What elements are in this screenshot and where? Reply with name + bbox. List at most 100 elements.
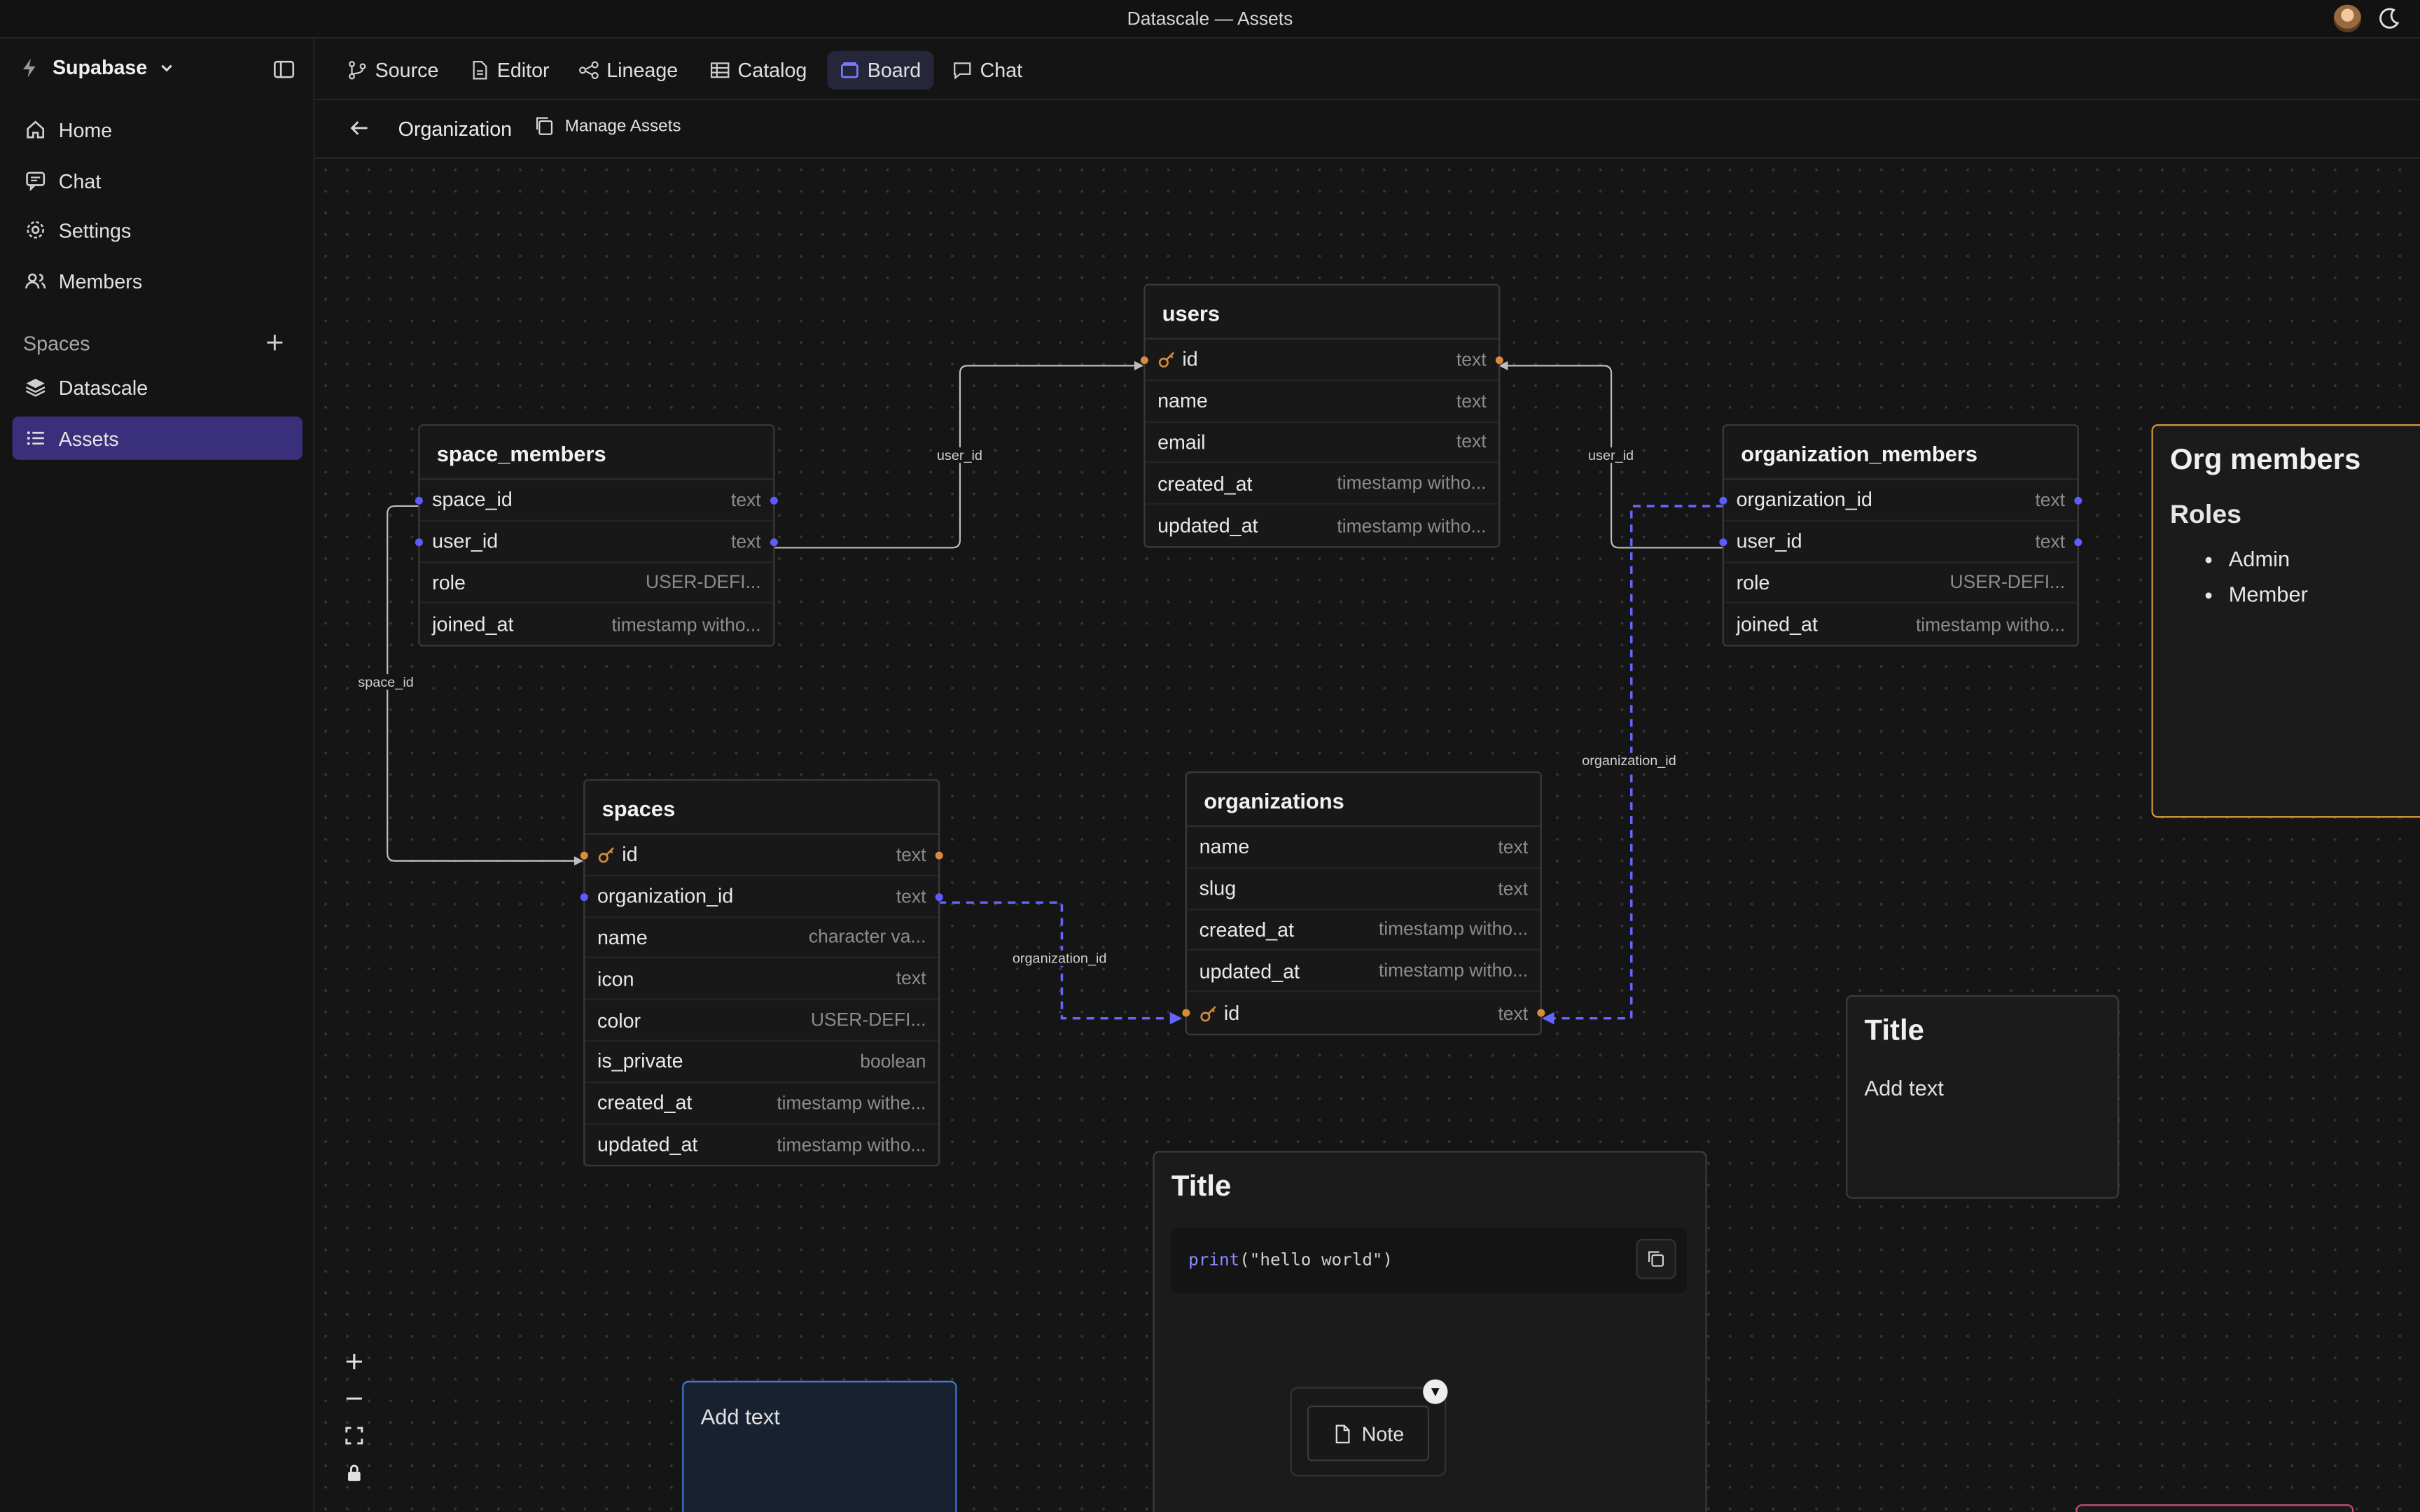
column-type: text: [1498, 836, 1529, 858]
connection-port[interactable]: [415, 496, 423, 505]
zoom-out-button[interactable]: [333, 1381, 373, 1415]
zoom-in-button[interactable]: [333, 1344, 373, 1378]
table-row[interactable]: updated_at timestamp witho...: [585, 1124, 938, 1166]
table-row[interactable]: organization_id text: [580, 876, 943, 918]
table-row[interactable]: name text: [1145, 381, 1499, 423]
sidebar-item-home[interactable]: Home: [13, 108, 302, 151]
table-row[interactable]: user_id text: [1719, 522, 2082, 563]
arrow-left-icon[interactable]: [349, 118, 370, 139]
connection-port[interactable]: [580, 892, 588, 901]
table-row[interactable]: email text: [1145, 422, 1499, 464]
title-note[interactable]: Title Add text: [1846, 995, 2120, 1199]
code-note[interactable]: Title print("hello world") Note ▼: [1153, 1151, 1707, 1512]
sidebar-item-assets[interactable]: Assets: [12, 416, 303, 460]
branch-icon: [349, 61, 366, 80]
org-members-note[interactable]: Org members Roles Admin Member: [2151, 424, 2420, 818]
table-row[interactable]: updated_at timestamp witho...: [1145, 505, 1498, 546]
sidebar-item-datascale[interactable]: Datascale: [13, 365, 302, 409]
home-icon: [27, 120, 45, 139]
table-row[interactable]: icon text: [585, 959, 939, 1000]
code-block[interactable]: print("hello world"): [1171, 1228, 1688, 1294]
board-canvas[interactable]: user_id user_id space_id organization_id…: [314, 159, 2420, 1512]
partial-note[interactable]: [2075, 1504, 2354, 1512]
connection-port[interactable]: [770, 538, 778, 546]
add-space-icon[interactable]: [264, 332, 286, 354]
table-row[interactable]: is_private boolean: [585, 1042, 939, 1083]
table-space-members[interactable]: space_members space_id text user_id text r…: [415, 424, 778, 647]
connection-port[interactable]: [935, 851, 943, 860]
column-type: timestamp witho...: [611, 613, 761, 636]
dropdown-toggle[interactable]: ▼: [1423, 1379, 1448, 1404]
workspace-switcher[interactable]: Supabase: [18, 55, 175, 78]
moon-icon[interactable]: [2377, 6, 2401, 31]
sidebar-toggle-icon[interactable]: [273, 59, 295, 80]
sidebar-item-settings[interactable]: Settings: [13, 209, 302, 252]
tab-board[interactable]: Board: [827, 50, 933, 90]
avatar[interactable]: [2333, 4, 2362, 33]
connection-port[interactable]: [1495, 356, 1503, 365]
table-row[interactable]: name character va...: [585, 918, 939, 959]
sidebar-item-chat[interactable]: Chat: [13, 159, 302, 202]
fit-view-button[interactable]: [333, 1418, 373, 1452]
column-type: USER-DEFI...: [646, 571, 761, 594]
table-row[interactable]: created_at timestamp withe...: [585, 1083, 939, 1124]
table-row[interactable]: role USER-DEFI...: [1723, 563, 2078, 604]
note-chip-label: Note: [1361, 1422, 1405, 1446]
table-row[interactable]: created_at timestamp witho...: [1145, 463, 1499, 505]
column-name: icon: [597, 967, 634, 990]
table-row[interactable]: id text: [580, 834, 943, 876]
connection-port[interactable]: [935, 892, 943, 901]
text-note[interactable]: Add text: [682, 1380, 957, 1512]
table-row[interactable]: joined_at timestamp witho...: [420, 604, 774, 645]
column-name: name: [1199, 835, 1250, 859]
sidebar-item-members[interactable]: Members: [13, 259, 302, 302]
note-title: Title: [1171, 1170, 1232, 1204]
table-organizations[interactable]: organizations name text slug text created_…: [1182, 771, 1545, 1035]
tab-source[interactable]: Source: [335, 51, 451, 90]
column-type: text: [730, 530, 761, 552]
table-spaces[interactable]: spaces id text organization_id text name ch…: [580, 779, 943, 1168]
table-row[interactable]: name text: [1186, 827, 1541, 869]
lock-button[interactable]: [333, 1455, 373, 1488]
note-chip[interactable]: Note: [1307, 1405, 1429, 1462]
edge-label: user_id: [933, 447, 986, 463]
connection-port[interactable]: [1719, 496, 1727, 505]
column-type: text: [1498, 1002, 1529, 1024]
table-row[interactable]: id text: [1182, 993, 1545, 1034]
tab-lineage[interactable]: Lineage: [566, 51, 690, 90]
table-row[interactable]: created_at timestamp witho...: [1186, 910, 1541, 951]
tab-catalog[interactable]: Catalog: [697, 51, 819, 90]
tab-chat[interactable]: Chat: [940, 51, 1034, 90]
connection-port[interactable]: [770, 496, 778, 505]
key-icon: [1200, 1005, 1216, 1021]
copy-code-button[interactable]: [1636, 1238, 1676, 1280]
table-organization-members[interactable]: organization_members organization_id text…: [1719, 424, 2082, 647]
gear-icon: [27, 221, 45, 239]
column-name: created_at: [1157, 471, 1253, 496]
table-row[interactable]: updated_at timestamp witho...: [1186, 951, 1541, 993]
embedded-note[interactable]: Note ▼: [1290, 1379, 1448, 1477]
table-row[interactable]: user_id text: [415, 522, 778, 563]
connection-port[interactable]: [1182, 1009, 1190, 1017]
table-row[interactable]: joined_at timestamp witho...: [1724, 604, 2078, 645]
breadcrumb: Organization: [398, 117, 513, 141]
connection-port[interactable]: [415, 538, 423, 546]
connection-port[interactable]: [2074, 496, 2082, 505]
connection-port[interactable]: [1140, 356, 1148, 365]
connection-port[interactable]: [1719, 538, 1727, 546]
table-row[interactable]: space_id text: [415, 479, 778, 522]
note-body[interactable]: Add text: [701, 1404, 938, 1429]
connection-port[interactable]: [580, 851, 588, 860]
edge-label: organization_id: [1009, 950, 1110, 966]
table-row[interactable]: role USER-DEFI...: [419, 563, 774, 604]
table-row[interactable]: color USER-DEFI...: [585, 1000, 939, 1042]
table-row[interactable]: slug text: [1186, 868, 1541, 910]
table-row[interactable]: organization_id text: [1719, 479, 2082, 522]
table-row[interactable]: id text: [1140, 340, 1503, 381]
note-body[interactable]: Add text: [1865, 1075, 2101, 1100]
connection-port[interactable]: [2074, 538, 2082, 546]
table-users[interactable]: users id text name text email text created_…: [1140, 284, 1503, 548]
column-name: joined_at: [432, 612, 514, 636]
tab-editor[interactable]: Editor: [457, 51, 562, 90]
manage-assets-button[interactable]: Manage Assets: [534, 115, 681, 136]
